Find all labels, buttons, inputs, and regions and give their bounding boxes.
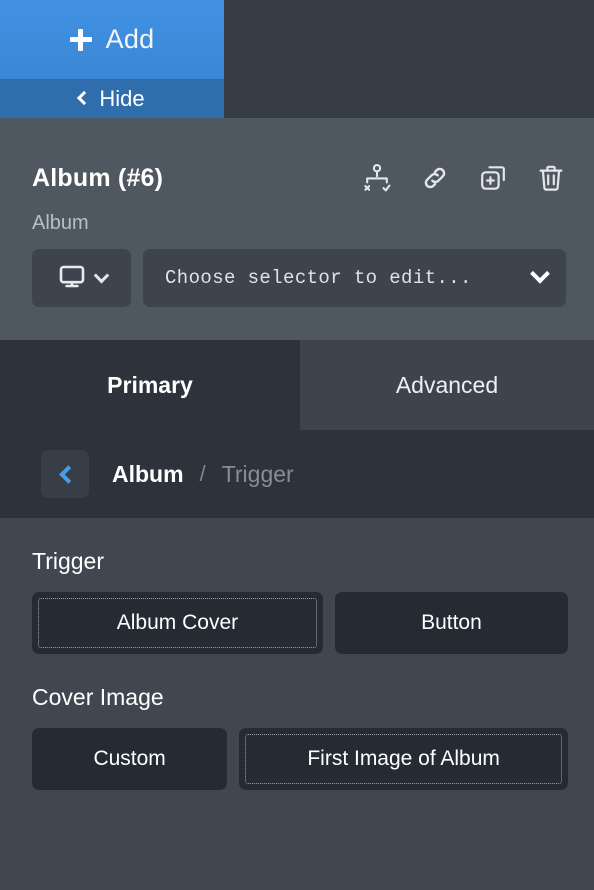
page-title: Album (#6) [32,163,164,192]
breadcrumb-next[interactable]: Trigger [222,461,294,488]
option-first-image-of-album[interactable]: First Image of Album [239,728,568,790]
breadcrumb: Album / Trigger [0,430,594,518]
hide-button-label: Hide [99,85,145,111]
option-custom[interactable]: Custom [32,728,228,790]
settings-panel: Add Hide Album (#6) Album Choose selecto… [0,0,594,890]
chevron-left-icon [58,464,78,484]
field-label-trigger: Trigger [32,548,104,574]
header-action-icons [360,161,568,195]
top-bar: Add Hide [0,0,594,118]
selector-row: Choose selector to edit... [32,249,566,307]
chevron-left-icon [77,90,92,106]
hide-button[interactable]: Hide [0,79,224,118]
duplicate-icon[interactable] [476,161,510,195]
header-row: Album (#6) [0,156,594,200]
trash-icon[interactable] [534,161,568,195]
breadcrumb-current[interactable]: Album [112,461,184,488]
add-button[interactable]: Add [0,0,224,79]
chevron-down-icon [530,263,550,284]
chevron-down-icon [93,267,110,283]
tab-bar: Primary Advanced [0,340,594,430]
option-row-cover-image: Custom First Image of Album [32,728,568,790]
option-row-trigger: Album Cover Button [32,592,568,654]
conditions-icon[interactable] [360,161,394,195]
field-label-cover-image: Cover Image [32,684,164,710]
settings-content: Trigger Album Cover Button Cover Image C… [0,518,594,890]
tab-primary[interactable]: Primary [0,340,300,430]
desktop-monitor-icon [56,260,88,297]
selector-dropdown[interactable]: Choose selector to edit... [143,249,566,307]
option-album-cover[interactable]: Album Cover [32,592,323,654]
field-group-cover-image: Cover Image Custom First Image of Album [32,684,568,790]
element-type-label: Album [32,212,89,234]
back-button[interactable] [41,450,89,498]
link-icon[interactable] [418,161,452,195]
plus-icon [69,28,92,51]
option-button[interactable]: Button [334,592,568,654]
add-button-label: Add [105,24,155,54]
breadcrumb-separator: / [199,461,206,486]
element-header-panel: Album (#6) Album Choose selector to edit… [0,118,594,340]
device-breakpoint-selector[interactable] [32,249,131,307]
field-group-trigger: Trigger Album Cover Button [32,548,568,654]
selector-value: Choose selector to edit... [165,267,472,289]
tab-advanced[interactable]: Advanced [300,340,594,430]
